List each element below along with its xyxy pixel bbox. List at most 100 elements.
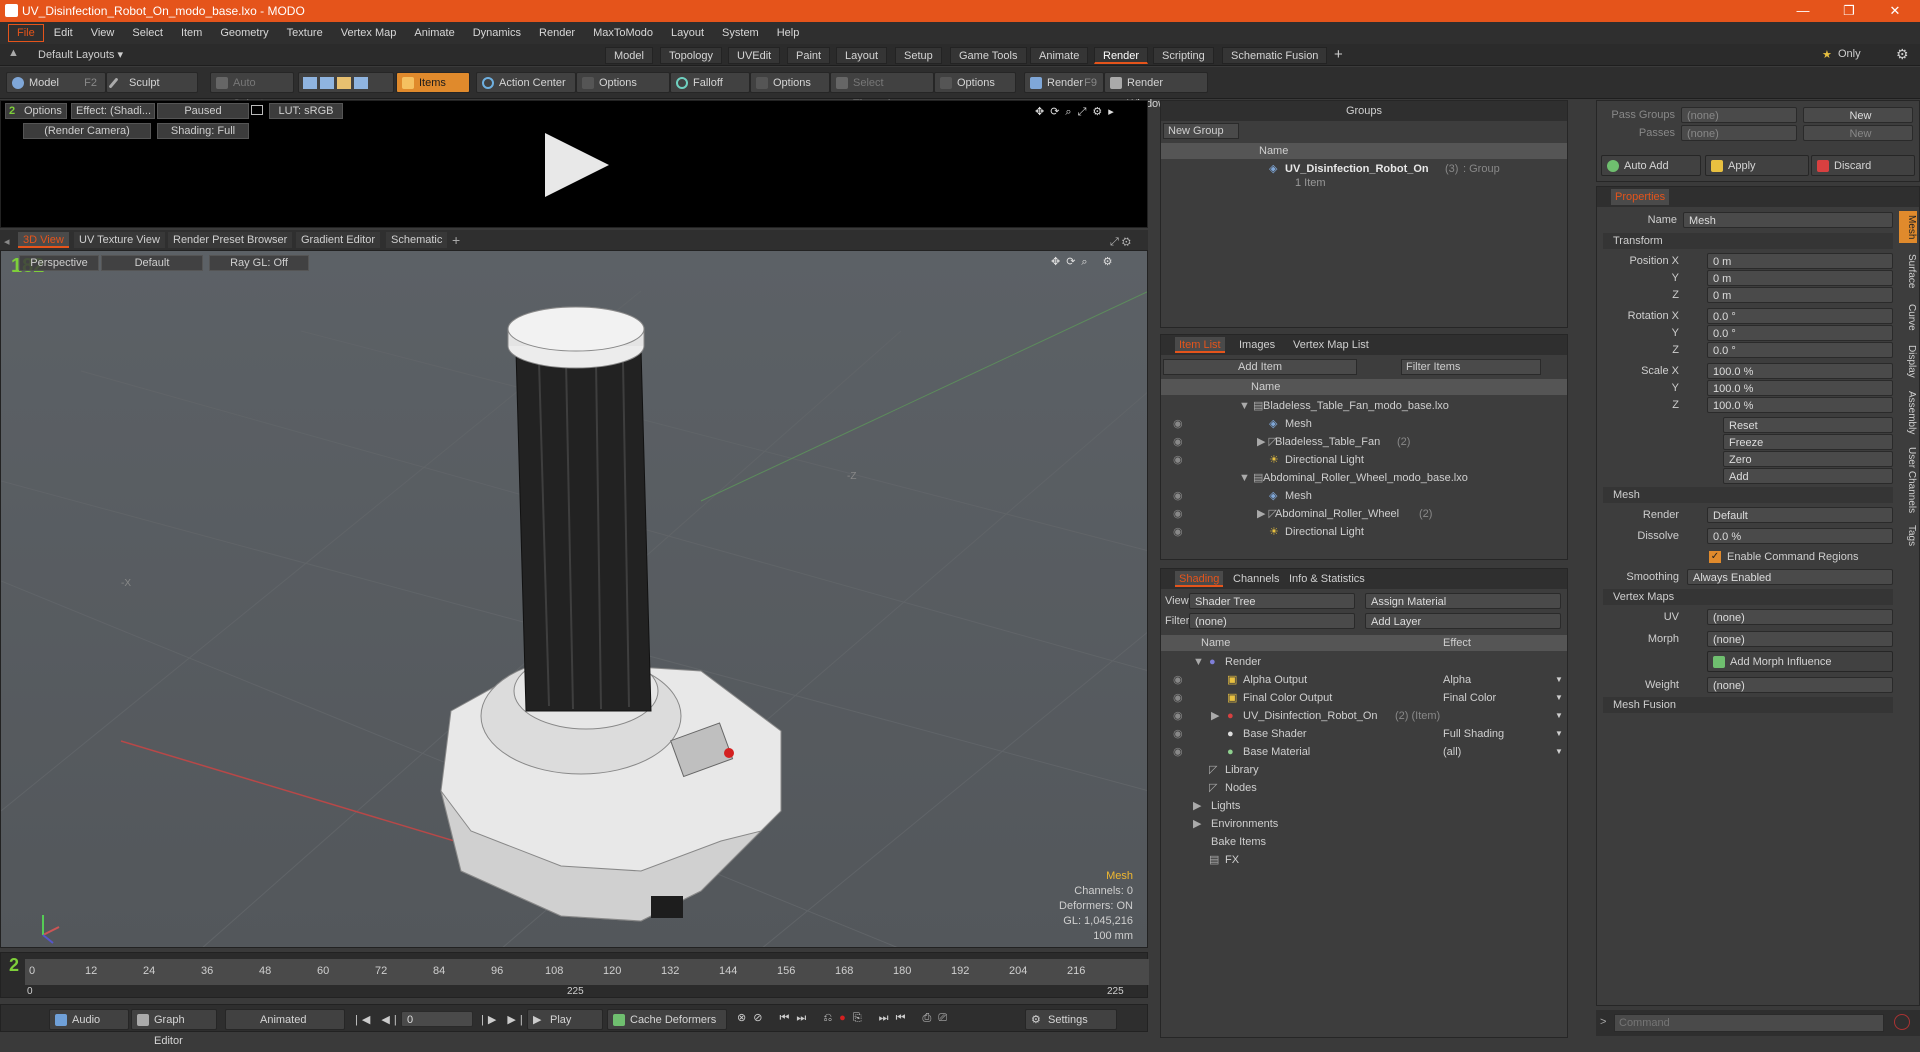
side-tab-assembly[interactable]: Assembly	[1899, 387, 1917, 439]
tab-game-tools[interactable]: Game Tools	[950, 47, 1027, 64]
menu-system[interactable]: System	[714, 25, 767, 41]
menu-select[interactable]: Select	[124, 25, 171, 41]
morph-dropdown[interactable]: (none)	[1707, 631, 1893, 647]
weight-dropdown[interactable]: (none)	[1707, 677, 1893, 693]
menu-file[interactable]: File	[8, 24, 44, 42]
menu-texture[interactable]: Texture	[279, 25, 331, 41]
layout-arrow-icon[interactable]: ▲	[8, 47, 19, 59]
step-forward-controls[interactable]: |▶ ▶|	[481, 1013, 527, 1026]
menu-maxtomodo[interactable]: MaxToModo	[585, 25, 661, 41]
mesh-fusion-section[interactable]: Mesh Fusion	[1603, 697, 1893, 713]
timeline[interactable]: 0 12 24 36 48 60 72 84 96 108 120 132 14…	[0, 952, 1149, 998]
shader-row[interactable]: ◉ ▣ Final Color Output Final Color ▼	[1161, 689, 1567, 707]
list-item[interactable]: ◉ ▶ ◸ Abdominal_Roller_Wheel (2)	[1161, 505, 1567, 523]
uv-dropdown[interactable]: (none)	[1707, 609, 1893, 625]
sculpt-mode-button[interactable]: Sculpt	[106, 72, 198, 93]
menu-item[interactable]: Item	[173, 25, 210, 41]
tab-uv-texture-view[interactable]: UV Texture View	[74, 232, 165, 248]
tab-channels[interactable]: Channels	[1229, 571, 1283, 587]
tab-setup[interactable]: Setup	[895, 47, 942, 64]
position-z-field[interactable]: 0 m	[1707, 287, 1893, 303]
style-dropdown[interactable]: Default	[101, 255, 203, 271]
shader-row[interactable]: ◸ Library	[1161, 761, 1567, 779]
add-layer-dropdown[interactable]: Add Layer	[1365, 613, 1561, 629]
perspective-dropdown[interactable]: Perspective	[19, 255, 99, 271]
panel-menu-icon[interactable]: ◂	[4, 232, 10, 252]
add-morph-influence-button[interactable]: Add Morph Influence	[1707, 651, 1893, 672]
smoothing-dropdown[interactable]: Always Enabled	[1687, 569, 1893, 585]
menu-geometry[interactable]: Geometry	[212, 25, 276, 41]
add-button[interactable]: Add	[1723, 468, 1893, 484]
pass-groups-dropdown[interactable]: (none)	[1681, 107, 1797, 123]
filter-dropdown[interactable]: (none)	[1189, 613, 1355, 629]
list-item[interactable]: ◉ ▶ ◸ Bladeless_Table_Fan (2)	[1161, 433, 1567, 451]
animated-dropdown[interactable]: Animated	[225, 1009, 345, 1030]
selection-modes[interactable]	[298, 72, 394, 93]
close-button[interactable]: ✕	[1872, 0, 1918, 22]
list-item[interactable]: ◉ ◈ Mesh	[1161, 487, 1567, 505]
current-frame-field[interactable]: 0	[401, 1011, 473, 1027]
render-dropdown[interactable]: Default	[1707, 507, 1893, 523]
falloff-options[interactable]: Options	[750, 72, 830, 93]
effect-dropdown[interactable]: Effect: (Shadi...	[71, 103, 155, 119]
rotation-x-field[interactable]: 0.0 °	[1707, 308, 1893, 324]
tab-vertex-map-list[interactable]: Vertex Map List	[1289, 337, 1373, 353]
render-button[interactable]: Render F9	[1024, 72, 1104, 93]
edge-mode-icon[interactable]	[320, 77, 334, 89]
lock-icon[interactable]	[251, 105, 263, 115]
shader-row[interactable]: ◉ ▶ ● UV_Disinfection_Robot_On (2) (Item) ▼	[1161, 707, 1567, 725]
shader-row[interactable]: ▼ ● Render	[1161, 653, 1567, 671]
rotation-z-field[interactable]: 0.0 °	[1707, 342, 1893, 358]
shading-dropdown[interactable]: Shading: Full	[157, 123, 249, 139]
render-window-button[interactable]: Render Window	[1104, 72, 1208, 110]
falloff-button[interactable]: Falloff	[670, 72, 750, 93]
tab-images[interactable]: Images	[1235, 337, 1279, 353]
auto-add-button[interactable]: Auto Add	[1601, 155, 1701, 176]
lut-dropdown[interactable]: LUT: sRGB	[269, 103, 343, 119]
new-group-button[interactable]: New Group	[1163, 123, 1239, 139]
side-tab-surface[interactable]: Surface	[1899, 247, 1917, 295]
settings-button[interactable]: ⚙ Settings	[1025, 1009, 1117, 1030]
apply-button[interactable]: Apply	[1705, 155, 1809, 176]
tab-schematic[interactable]: Schematic	[386, 232, 448, 248]
side-tab-display[interactable]: Display	[1899, 339, 1917, 383]
maximize-viewport-icon[interactable]: ⤢ ⚙	[1110, 232, 1131, 252]
step-back-controls[interactable]: |◀ ◀|	[355, 1013, 401, 1026]
layout-preset-dropdown[interactable]: Default Layouts ▾	[38, 48, 123, 61]
vertex-mode-icon[interactable]	[303, 77, 317, 89]
audio-button[interactable]: Audio	[49, 1009, 129, 1030]
scale-y-field[interactable]: 100.0 %	[1707, 380, 1893, 396]
zero-button[interactable]: Zero	[1723, 451, 1893, 467]
tab-shading[interactable]: Shading	[1175, 571, 1224, 587]
filter-items-field[interactable]: Filter Items	[1401, 359, 1541, 375]
shader-row[interactable]: ◸ Nodes	[1161, 779, 1567, 797]
list-item[interactable]: ◉ ◈ Mesh	[1161, 415, 1567, 433]
tab-properties[interactable]: Properties	[1611, 189, 1670, 205]
tab-schematic-fusion[interactable]: Schematic Fusion	[1222, 47, 1328, 64]
auto-select-button[interactable]: Auto Select	[210, 72, 294, 110]
minimize-button[interactable]: —	[1780, 0, 1826, 22]
playhead-marker[interactable]: 2	[9, 955, 19, 976]
new-pass-group-button[interactable]: New	[1803, 107, 1913, 123]
timeline-ruler[interactable]: 0 12 24 36 48 60 72 84 96 108 120 132 14…	[25, 959, 1149, 985]
tab-render-preset-browser[interactable]: Render Preset Browser	[168, 232, 293, 248]
freeze-button[interactable]: Freeze	[1723, 434, 1893, 450]
mesh-section[interactable]: Mesh	[1603, 487, 1893, 503]
restore-button[interactable]: ❐	[1826, 0, 1872, 22]
action-center-options[interactable]: Options	[576, 72, 670, 93]
add-item-button[interactable]: Add Item	[1163, 359, 1357, 375]
gear-icon[interactable]: ⚙	[1896, 46, 1909, 63]
tab-3d-view[interactable]: 3D View	[18, 232, 69, 248]
vertex-maps-section[interactable]: Vertex Maps	[1603, 589, 1893, 605]
side-tab-mesh[interactable]: Mesh	[1899, 211, 1917, 243]
position-y-field[interactable]: 0 m	[1707, 270, 1893, 286]
play-button[interactable]: ▶ Play	[527, 1009, 603, 1030]
list-item[interactable]: ▼ ▤ Abdominal_Roller_Wheel_modo_base.lxo	[1161, 469, 1567, 487]
passes-dropdown[interactable]: (none)	[1681, 125, 1797, 141]
discard-button[interactable]: Discard	[1811, 155, 1915, 176]
material-mode-icon[interactable]	[354, 77, 368, 89]
dissolve-field[interactable]: 0.0 %	[1707, 528, 1893, 544]
shader-row[interactable]: ▤ FX	[1161, 851, 1567, 869]
tab-info-statistics[interactable]: Info & Statistics	[1285, 571, 1369, 587]
model-mode-button[interactable]: Model F2	[6, 72, 106, 93]
